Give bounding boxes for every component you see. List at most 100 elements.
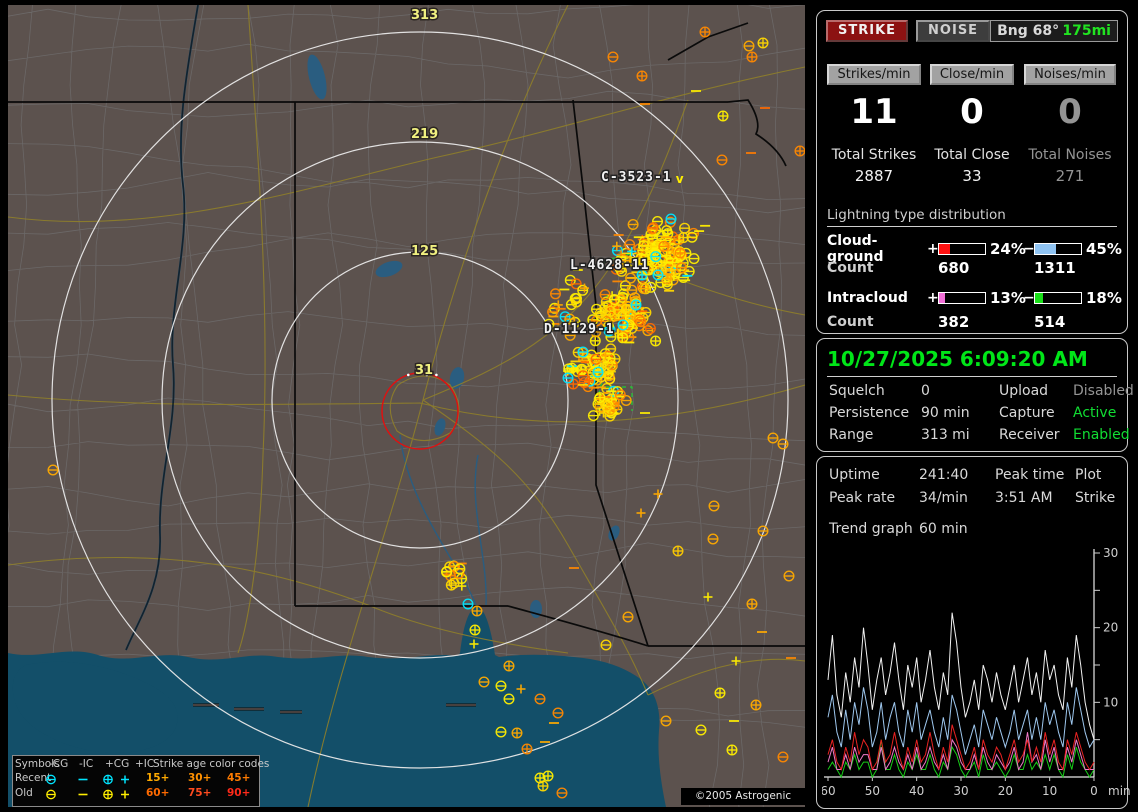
strike-mode-button[interactable]: STRIKE: [826, 20, 909, 42]
strike-cp: [757, 37, 769, 49]
trend-series-total-strikes: [827, 612, 1095, 740]
bearing-range-display: Bng 68° 175mi: [990, 20, 1118, 42]
copyright-bar: ©2005 Astrogenic Systems: [681, 788, 805, 805]
receiver-label: Receiver: [999, 427, 1060, 443]
noises-per-min-value: 0: [1058, 92, 1082, 132]
range-value: 175mi: [1062, 23, 1111, 39]
strike-cp: [542, 770, 554, 782]
y-axis-label: 30: [1103, 546, 1118, 560]
strikes-per-min-button[interactable]: Strikes/min: [827, 64, 921, 85]
uptime-value: 241:40: [919, 467, 969, 483]
age-code: 45+: [227, 772, 251, 784]
noise-mode-button[interactable]: NOISE: [916, 20, 991, 42]
cloud-ground-count-row: Count 680 1311: [827, 259, 1120, 277]
age-code: 15+: [146, 772, 170, 784]
pos-ic-pct: 13%: [990, 289, 1026, 307]
x-axis-label: 30: [953, 784, 968, 798]
system-status-box: 10/27/2025 6:09:20 AM Squelch 0 Upload D…: [816, 338, 1134, 452]
strike-cp: [537, 780, 549, 792]
ring-label: 313: [411, 8, 438, 23]
legend-age-title: Strike age color codes: [153, 758, 270, 770]
x-axis-label: 50: [865, 784, 880, 798]
strike-cp: [714, 687, 726, 699]
upload-status: Disabled: [1073, 383, 1134, 399]
pos-ic-count: 382: [938, 313, 970, 331]
squelch-label: Squelch: [829, 383, 885, 399]
map-canvas[interactable]: 313 219 125 31 C-3523-1 v L-4628-11 D-1129-1: [8, 5, 805, 807]
legend-col-pos-cg: +CG: [105, 758, 130, 770]
total-close-label: Total Close: [934, 147, 1010, 163]
intracloud-row: Intracloud + 13% − 18%: [827, 289, 1122, 307]
strike-cp: [674, 247, 686, 259]
close-per-min-button[interactable]: Close/min: [929, 64, 1015, 85]
strikes-counter: Strikes/min 11 Total Strikes 2887: [825, 63, 923, 185]
pos-cg-count: 680: [938, 259, 970, 277]
ring-label: 31: [415, 363, 433, 378]
neg-ic-bar: [1034, 292, 1082, 304]
neg-cg-bar: [1034, 243, 1082, 255]
strike-cp: [594, 392, 606, 404]
pos-ic-bar: [938, 292, 986, 304]
peakrate-label: Peak rate: [829, 490, 896, 506]
squelch-value: 0: [921, 383, 930, 399]
persistence-label: Persistence: [829, 405, 910, 421]
status-panel: STRIKE NOISE Bng 68° 175mi Strikes/min 1…: [810, 5, 1134, 809]
plus-sign: +: [927, 290, 939, 306]
total-close-value: 33: [962, 167, 982, 185]
receiver-status: Enabled: [1073, 427, 1130, 443]
trend-window: 60 min: [919, 521, 968, 537]
stats-grid: Uptime 241:40 Peak time Plot Peak rate 3…: [829, 467, 1119, 506]
app-window: 313 219 125 31 C-3523-1 v L-4628-11 D-1129-1 S…: [0, 0, 1138, 812]
y-axis-label: 10: [1103, 695, 1118, 709]
neg-ic-count: 514: [1034, 313, 1066, 331]
x-axis-label: 60: [822, 784, 836, 798]
capture-status: Active: [1073, 405, 1117, 421]
noises-counter: Noises/min 0 Total Noises 271: [1021, 63, 1119, 185]
noises-per-min-button[interactable]: Noises/min: [1024, 64, 1116, 85]
strike-cp: [726, 744, 738, 756]
strike-cp: [469, 624, 481, 636]
trend-series-+ic: [827, 732, 1094, 771]
age-code: 90+: [227, 787, 251, 799]
strike-cp: [750, 699, 762, 711]
strike-cp: [746, 598, 758, 610]
strike-cp: [794, 145, 805, 157]
legend-symbol-glyphs: [46, 774, 129, 785]
cell-direction-marker: v: [676, 172, 684, 186]
plus-sign: +: [927, 241, 939, 257]
neg-ic-pct: 18%: [1086, 289, 1122, 307]
lightning-map[interactable]: 313 219 125 31 C-3523-1 v L-4628-11 D-1129-1 S…: [8, 5, 805, 807]
strike-cp: [630, 299, 642, 311]
close-per-min-value: 0: [960, 92, 984, 132]
peaktime-value: 3:51 AM: [995, 490, 1053, 506]
x-axis-label: 40: [909, 784, 924, 798]
age-code: 75+: [188, 787, 212, 799]
x-axis-label: 10: [1042, 784, 1057, 798]
strike-cp: [471, 605, 483, 617]
ring-label: 219: [411, 127, 438, 142]
legend-col-neg-ic: -IC: [79, 758, 94, 770]
age-code: 60+: [146, 787, 170, 799]
strike-stats-box: STRIKE NOISE Bng 68° 175mi Strikes/min 1…: [816, 10, 1128, 334]
persistence-value: 90 min: [921, 405, 970, 421]
intracloud-count-row: Count 382 514: [827, 313, 1120, 331]
strike-cp: [677, 232, 689, 244]
x-axis-unit: min: [1108, 784, 1131, 798]
close-counter: Close/min 0 Total Close 33: [923, 63, 1021, 185]
datetime-display: 10/27/2025 6:09:20 AM: [827, 347, 1117, 377]
strike-cp: [699, 26, 711, 38]
range-value: 313 mi: [921, 427, 970, 443]
ring-label: 125: [411, 244, 438, 259]
storm-cell-label: C-3523-1: [601, 170, 672, 185]
settings-grid: Squelch 0 Upload Disabled Persistence 90…: [829, 383, 1134, 443]
strike-cp: [567, 378, 579, 390]
legend-col-neg-cg: -CG: [49, 758, 69, 770]
strike-cp: [717, 110, 729, 122]
neg-cg-count: 1311: [1034, 259, 1076, 277]
strike-cp: [746, 51, 758, 63]
trend-box: Uptime 241:40 Peak time Plot Peak rate 3…: [816, 456, 1131, 809]
minus-sign: −: [1023, 241, 1035, 257]
upload-label: Upload: [999, 383, 1049, 399]
total-strikes-value: 2887: [854, 167, 894, 185]
range-label: Range: [829, 427, 874, 443]
